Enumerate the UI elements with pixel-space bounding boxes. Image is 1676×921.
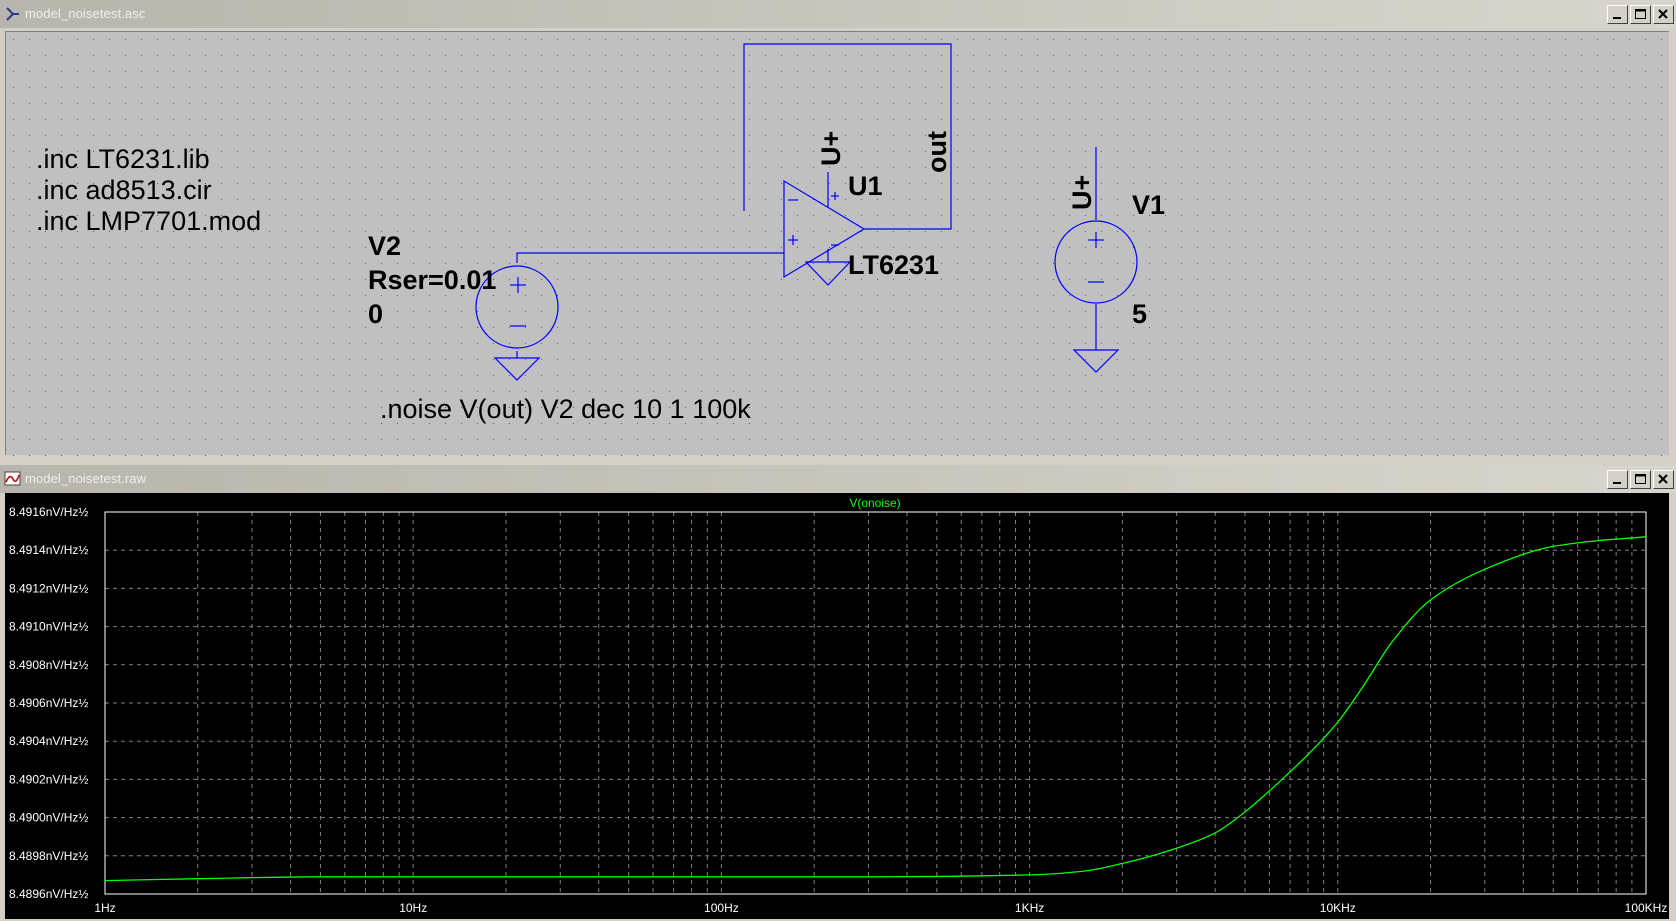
plot-close-button[interactable] — [1653, 470, 1674, 489]
y-tick-label: 8.4912nV/Hz½ — [9, 581, 88, 595]
y-tick-label: 8.4906nV/Hz½ — [9, 696, 88, 710]
y-tick-label: 8.4900nV/Hz½ — [9, 811, 88, 825]
schematic-titlebar[interactable]: model_noisetest.asc — [0, 0, 1676, 28]
opamp-model-label[interactable]: LT6231 — [848, 250, 939, 280]
schematic-drawing[interactable]: .inc LT6231.lib .inc ad8513.cir .inc LMP… — [6, 32, 1670, 456]
plot-maximize-button[interactable] — [1630, 470, 1651, 489]
opamp-ref-label[interactable]: U1 — [848, 171, 883, 201]
analysis-directive[interactable]: .noise V(out) V2 dec 10 1 100k — [380, 394, 751, 424]
y-tick-label: 8.4916nV/Hz½ — [9, 505, 88, 519]
v1-ref-label[interactable]: V1 — [1132, 190, 1165, 220]
directive-inc-3[interactable]: .inc LMP7701.mod — [36, 206, 261, 236]
v2-ref-label[interactable]: V2 — [368, 231, 401, 261]
y-tick-label: 8.4914nV/Hz½ — [9, 543, 88, 557]
x-tick-label: 10KHz — [1320, 901, 1356, 915]
trace-legend-label[interactable]: V(onoise) — [849, 496, 900, 510]
schematic-window: model_noisetest.asc .inc LT6231.lib .inc… — [0, 0, 1676, 459]
maximize-icon — [1635, 9, 1646, 19]
close-icon — [1658, 9, 1668, 19]
schematic-window-title: model_noisetest.asc — [25, 6, 146, 21]
directive-inc-2[interactable]: .inc ad8513.cir — [36, 175, 212, 205]
minimize-icon — [1613, 482, 1621, 484]
x-tick-label: 100Hz — [704, 901, 739, 915]
x-tick-label: 100KHz — [1625, 901, 1668, 915]
v1-value-label[interactable]: 5 — [1132, 299, 1147, 329]
y-tick-label: 8.4910nV/Hz½ — [9, 620, 88, 634]
y-tick-label: 8.4896nV/Hz½ — [9, 887, 88, 901]
plot-pane[interactable]: 8.4916nV/Hz½ 8.4914nV/Hz½ 8.4912nV/Hz½ 8.49… — [5, 493, 1669, 919]
x-tick-label: 1Hz — [94, 901, 115, 915]
v2-value-label[interactable]: 0 — [368, 299, 383, 329]
opamp-supply-label[interactable]: U+ — [816, 131, 846, 166]
minimize-icon — [1613, 17, 1621, 19]
maximize-button[interactable] — [1630, 5, 1651, 24]
noise-plot[interactable]: 8.4916nV/Hz½ 8.4914nV/Hz½ 8.4912nV/Hz½ 8.49… — [5, 493, 1669, 919]
plot-titlebar[interactable]: model_noisetest.raw — [0, 465, 1676, 493]
v1-supply-label[interactable]: U+ — [1067, 175, 1097, 210]
y-tick-label: 8.4908nV/Hz½ — [9, 658, 88, 672]
schematic-app-icon — [6, 7, 19, 21]
y-tick-label: 8.4902nV/Hz½ — [9, 772, 88, 786]
plot-window-title: model_noisetest.raw — [25, 471, 147, 486]
waveform-app-icon — [4, 471, 21, 486]
y-tick-label: 8.4898nV/Hz½ — [9, 849, 88, 863]
net-label-out[interactable]: out — [922, 131, 952, 173]
close-icon — [1658, 474, 1668, 484]
x-tick-label: 10Hz — [399, 901, 427, 915]
schematic-canvas[interactable]: .inc LT6231.lib .inc ad8513.cir .inc LMP… — [5, 31, 1670, 456]
v2-rser-label[interactable]: Rser=0.01 — [368, 265, 496, 295]
plot-minimize-button[interactable] — [1607, 470, 1628, 489]
maximize-icon — [1635, 474, 1646, 484]
directive-inc-1[interactable]: .inc LT6231.lib — [36, 144, 210, 174]
y-tick-label: 8.4904nV/Hz½ — [9, 734, 88, 748]
plot-background — [5, 493, 1669, 919]
close-button[interactable] — [1653, 5, 1674, 24]
x-tick-label: 1KHz — [1015, 901, 1044, 915]
minimize-button[interactable] — [1607, 5, 1628, 24]
